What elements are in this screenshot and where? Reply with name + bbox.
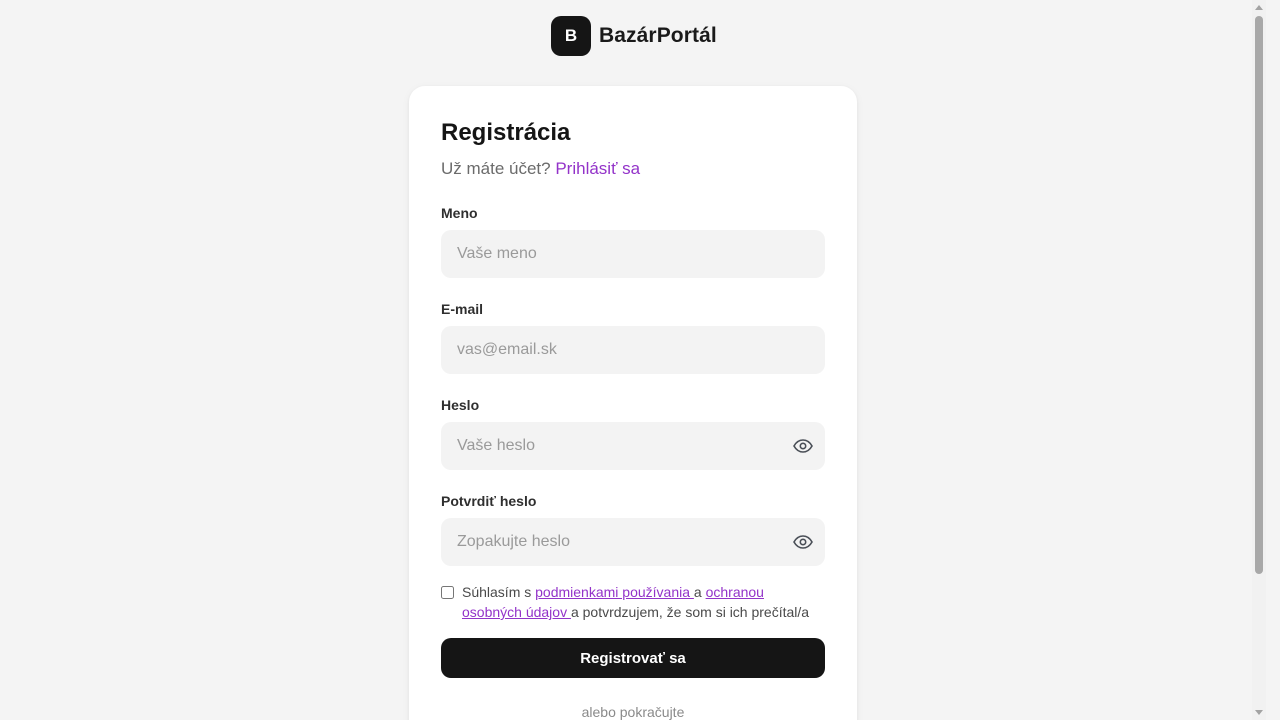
email-input[interactable] [441,326,825,374]
name-label: Meno [441,205,478,221]
password-label: Heslo [441,397,480,413]
confirm-password-label: Potvrdiť heslo [441,493,537,509]
login-prompt-text: Už máte účet? [441,159,551,178]
email-label: E-mail [441,301,484,317]
email-field-group: E-mail [441,300,825,374]
name-input[interactable] [441,230,825,278]
page-title: Registrácia [441,119,571,146]
login-link[interactable]: Prihlásiť sa [555,159,640,178]
terms-middle: a [693,584,706,600]
terms-suffix: a potvrdzujem, že som si ich prečítal/a [570,604,810,620]
eye-icon[interactable] [793,532,813,552]
terms-text: Súhlasím s podmienkami používania a ochr… [462,582,825,622]
password-input[interactable] [441,422,825,470]
alternate-login-text: alebo pokračujte [581,704,685,720]
scroll-thumb[interactable] [1255,16,1263,574]
brand-name: BazárPortál [599,24,717,47]
terms-checkbox[interactable] [441,586,454,599]
eye-icon[interactable] [793,436,813,456]
brand-logo: B [551,16,591,56]
password-field-group: Heslo [441,396,825,470]
registration-card: Registrácia Už máte účet? Prihlásiť sa M… [409,86,857,720]
scroll-down-arrow-icon[interactable] [1255,710,1263,715]
login-prompt: Už máte účet? Prihlásiť sa [441,158,825,180]
name-field-group: Meno [441,204,825,278]
email-input-wrap [441,326,825,374]
name-input-wrap [441,230,825,278]
terms-of-use-link[interactable]: podmienkami používania [535,584,694,600]
confirm-password-field-group: Potvrdiť heslo [441,492,825,566]
registration-page: B BazárPortál Registrácia Už máte účet? … [0,0,1266,720]
brand-header[interactable]: B BazárPortál [551,16,717,56]
register-button[interactable]: Registrovať sa [441,638,825,678]
page-scrollbar[interactable] [1252,0,1266,720]
scroll-up-arrow-icon[interactable] [1255,5,1263,10]
confirm-password-input[interactable] [441,518,825,566]
password-input-wrap [441,422,825,470]
confirm-password-input-wrap [441,518,825,566]
terms-agreement: Súhlasím s podmienkami používania a ochr… [441,582,825,622]
terms-prefix: Súhlasím s [462,584,536,600]
